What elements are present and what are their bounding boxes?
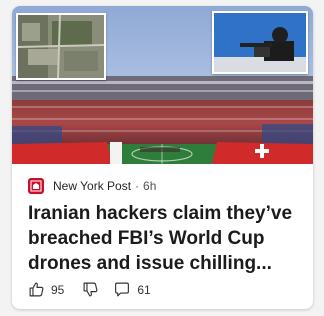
thumbs-up-icon [28, 281, 45, 298]
dislike-button[interactable] [82, 281, 99, 298]
meta-separator: · [135, 179, 140, 193]
like-button[interactable]: 95 [28, 281, 64, 298]
security-photo-inset [212, 11, 308, 74]
publisher-name[interactable]: New York Post [53, 179, 131, 193]
thumbs-down-icon [82, 281, 99, 298]
comment-count: 61 [137, 282, 151, 297]
publisher-logo-icon[interactable] [28, 178, 44, 194]
reaction-bar: 95 61 [28, 281, 151, 298]
like-count: 95 [51, 282, 65, 297]
aerial-photo-inset [16, 13, 106, 80]
comment-icon [113, 281, 131, 298]
article-meta: New York Post · 6h [28, 178, 156, 194]
article-thumbnail[interactable] [12, 6, 313, 164]
article-headline[interactable]: Iranian hackers claim they’ve breached F… [28, 201, 300, 276]
news-card[interactable]: New York Post · 6h Iranian hackers claim… [12, 6, 313, 309]
publish-age: 6h [143, 179, 157, 193]
comment-button[interactable]: 61 [113, 281, 151, 298]
